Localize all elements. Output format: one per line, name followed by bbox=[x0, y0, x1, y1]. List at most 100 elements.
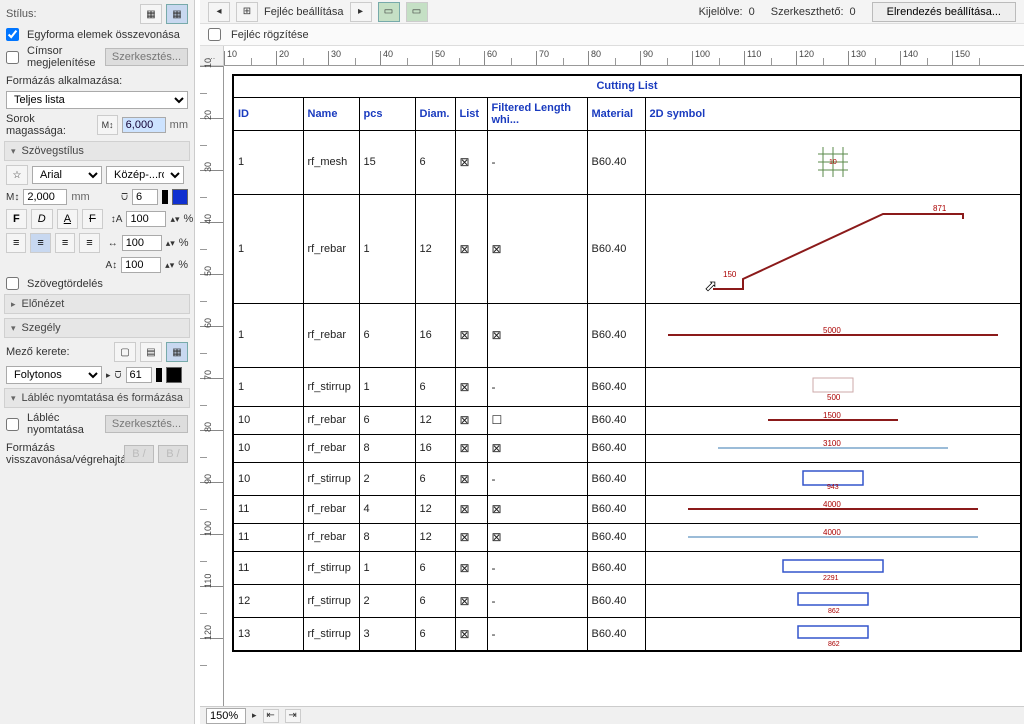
line-color-swatch[interactable] bbox=[166, 367, 182, 383]
footer-edit-button[interactable]: Szerkesztés... bbox=[105, 415, 188, 433]
col-name: Name bbox=[303, 97, 359, 130]
header-settings-label: Fejléc beállítása bbox=[264, 6, 344, 18]
format-undo-button[interactable]: B / bbox=[124, 445, 154, 463]
align-right-button[interactable]: ≡ bbox=[55, 233, 75, 253]
italic-button[interactable]: D bbox=[31, 209, 53, 229]
table-row[interactable]: 11rf_rebar412⊠⊠B60.404000 bbox=[233, 495, 1021, 523]
table-row[interactable]: 10rf_rebar612⊠☐B60.401500 bbox=[233, 406, 1021, 434]
toolbar-opt2-icon[interactable]: ▭ bbox=[406, 2, 428, 22]
svg-text:10: 10 bbox=[829, 159, 837, 166]
footer-print-label: Lábléc nyomtatása bbox=[27, 412, 97, 436]
font-size-input[interactable] bbox=[23, 189, 67, 205]
bottom-status-bar: ▸ ⇤ ⇥ bbox=[200, 706, 1024, 724]
svg-text:4000: 4000 bbox=[823, 501, 841, 509]
table-title: Cutting List bbox=[233, 75, 1021, 97]
frame-rows-icon[interactable]: ▤ bbox=[140, 342, 162, 362]
merge-label: Egyforma elemek összevonása bbox=[27, 29, 180, 41]
wrap-checkbox[interactable] bbox=[6, 277, 19, 290]
bold-button[interactable]: F bbox=[6, 209, 27, 229]
line-type-select[interactable]: Folytonos bbox=[6, 366, 102, 384]
col-pcs: pcs bbox=[359, 97, 415, 130]
header-settings-icon[interactable]: ⊞ bbox=[236, 2, 258, 22]
svg-text:2291: 2291 bbox=[823, 575, 839, 580]
scale3-input[interactable] bbox=[121, 257, 161, 273]
section-preview[interactable]: Előnézet bbox=[4, 294, 190, 314]
table-row[interactable]: 1rf_rebar112⊠⊠B60.40871150 bbox=[233, 194, 1021, 303]
cutting-list-table: Cutting List ID Name pcs Diam. List Filt… bbox=[232, 74, 1022, 652]
nav-next-icon[interactable]: ▸ bbox=[350, 2, 372, 22]
line-pen-input[interactable] bbox=[126, 367, 152, 383]
svg-text:5000: 5000 bbox=[823, 326, 841, 335]
titlerow-checkbox[interactable] bbox=[6, 51, 19, 64]
col-mat: Material bbox=[587, 97, 645, 130]
svg-text:862: 862 bbox=[828, 608, 840, 613]
underline-button[interactable]: A bbox=[57, 209, 78, 229]
font-region-select[interactable]: Közép-...rópai bbox=[106, 166, 184, 184]
col-sym: 2D symbol bbox=[645, 97, 1021, 130]
style-label: Stílus: bbox=[6, 8, 37, 20]
fit-page-icon[interactable]: ⇥ bbox=[285, 709, 301, 723]
table-row[interactable]: 13rf_stirrup36⊠-B60.40862 bbox=[233, 617, 1021, 651]
titlerow-label: Címsor megjelenítése bbox=[27, 45, 97, 69]
ruler-vertical: 102030405060708090100110120 bbox=[200, 66, 224, 706]
text-color-swatch[interactable] bbox=[172, 189, 188, 205]
table-row[interactable]: 11rf_rebar812⊠⊠B60.404000 bbox=[233, 523, 1021, 551]
pen-weight-input[interactable] bbox=[132, 189, 158, 205]
section-text-style[interactable]: Szövegstílus bbox=[4, 141, 190, 161]
pen-preview bbox=[162, 190, 168, 204]
toolbar-opt1-icon[interactable]: ▭ bbox=[378, 2, 400, 22]
row-height-unit: mm bbox=[170, 119, 188, 131]
table-header-row: ID Name pcs Diam. List Filtered Length w… bbox=[233, 97, 1021, 130]
frame-all-icon[interactable]: ▦ bbox=[166, 342, 188, 362]
svg-text:871: 871 bbox=[933, 204, 947, 213]
table-row[interactable]: 11rf_stirrup16⊠-B60.402291 bbox=[233, 551, 1021, 584]
document-area: ... 102030405060708090100110120130140150… bbox=[200, 46, 1024, 706]
titlerow-edit-button[interactable]: Szerkesztés... bbox=[105, 48, 188, 66]
section-footer[interactable]: Lábléc nyomtatása és formázása bbox=[4, 388, 190, 408]
style-grid1-icon[interactable]: ▦ bbox=[140, 4, 162, 24]
svg-text:943: 943 bbox=[827, 484, 839, 491]
canvas[interactable]: Cutting List ID Name pcs Diam. List Filt… bbox=[224, 66, 1024, 706]
freeze-header-checkbox[interactable] bbox=[208, 28, 221, 41]
scale2-input[interactable] bbox=[122, 235, 162, 251]
row-height-input[interactable] bbox=[122, 117, 166, 133]
merge-checkbox[interactable] bbox=[6, 28, 19, 41]
svg-text:1500: 1500 bbox=[823, 412, 841, 420]
align-left-button[interactable]: ≡ bbox=[6, 233, 26, 253]
line-pen-preview bbox=[156, 368, 162, 382]
top-toolbar: ◂ ⊞ Fejléc beállítása ▸ ▭ ▭ Kijelölve: 0… bbox=[200, 0, 1024, 24]
fit-width-icon[interactable]: ⇤ bbox=[263, 709, 279, 723]
favorite-icon[interactable]: ☆ bbox=[6, 165, 28, 185]
svg-text:862: 862 bbox=[828, 641, 840, 646]
col-filt: Filtered Length whi... bbox=[487, 97, 587, 130]
align-center-button[interactable]: ≡ bbox=[30, 233, 50, 253]
table-row[interactable]: 1rf_rebar616⊠⊠B60.405000 bbox=[233, 303, 1021, 367]
undo-label: Formázás visszavonása/végrehajtása: bbox=[6, 442, 106, 466]
table-row[interactable]: 10rf_rebar816⊠⊠B60.403100 bbox=[233, 434, 1021, 462]
table-row[interactable]: 1rf_stirrup16⊠-B60.40500 bbox=[233, 367, 1021, 406]
left-properties-panel: Stílus: ▦ ▦ Egyforma elemek összevonása … bbox=[0, 0, 195, 724]
zoom-input[interactable] bbox=[206, 708, 246, 724]
style-grid2-icon[interactable]: ▦ bbox=[166, 4, 188, 24]
format-apply-select[interactable]: Teljes lista bbox=[6, 91, 188, 109]
align-justify-button[interactable]: ≡ bbox=[79, 233, 99, 253]
editable-count: 0 bbox=[850, 6, 856, 18]
footer-print-checkbox[interactable] bbox=[6, 418, 19, 431]
section-border[interactable]: Szegély bbox=[4, 318, 190, 338]
layout-settings-button[interactable]: Elrendezés beállítása... bbox=[872, 2, 1016, 22]
nav-prev-icon[interactable]: ◂ bbox=[208, 2, 230, 22]
row-height-mode-icon[interactable]: M↕ bbox=[97, 115, 117, 135]
table-row[interactable]: 1rf_mesh156⊠-B60.4010 bbox=[233, 130, 1021, 194]
svg-text:4000: 4000 bbox=[823, 529, 841, 537]
format-redo-button[interactable]: B / bbox=[158, 445, 188, 463]
table-row[interactable]: 12rf_stirrup26⊠-B60.40862 bbox=[233, 584, 1021, 617]
selected-count: 0 bbox=[749, 6, 755, 18]
wrap-label: Szövegtördelés bbox=[27, 278, 103, 290]
font-name-select[interactable]: Arial bbox=[32, 166, 102, 184]
table-row[interactable]: 10rf_stirrup26⊠-B60.40943 bbox=[233, 462, 1021, 495]
strike-button[interactable]: F bbox=[82, 209, 103, 229]
frame-none-icon[interactable]: ▢ bbox=[114, 342, 136, 362]
sub-toolbar: Fejléc rögzítése bbox=[200, 24, 1024, 46]
scale1-input[interactable] bbox=[126, 211, 166, 227]
freeze-header-label: Fejléc rögzítése bbox=[231, 29, 309, 41]
